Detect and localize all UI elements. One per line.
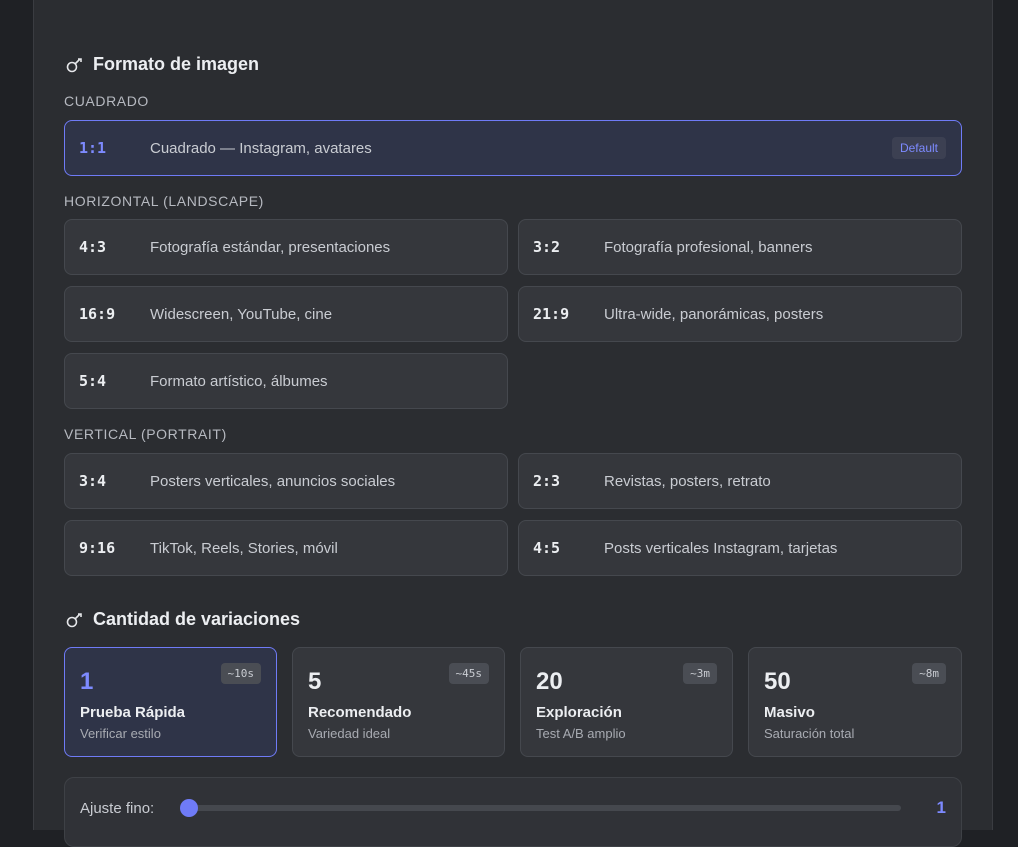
variation-option-50[interactable]: 50 ~8m Masivo Saturación total — [748, 647, 962, 757]
ratio-value: 3:2 — [533, 238, 561, 256]
palette-icon — [65, 610, 85, 630]
ratio-option-2-3[interactable]: 2:3 Revistas, posters, retrato — [518, 453, 962, 509]
fine-tune-value: 1 — [936, 798, 946, 817]
fine-tune-panel: Ajuste fino: 1 — [64, 777, 962, 847]
ratio-option-3-4[interactable]: 3:4 Posters verticales, anuncios sociale… — [64, 453, 508, 509]
variation-count: 20 — [536, 668, 563, 695]
ratio-description: Formato artístico, álbumes — [150, 372, 328, 390]
ratio-description: TikTok, Reels, Stories, móvil — [150, 539, 338, 557]
ratio-value: 4:3 — [79, 238, 107, 256]
ratio-option-3-2[interactable]: 3:2 Fotografía profesional, banners — [518, 219, 962, 275]
ratio-option-21-9[interactable]: 21:9 Ultra-wide, panorámicas, posters — [518, 286, 962, 342]
ratio-option-4-3[interactable]: 4:3 Fotografía estándar, presentaciones — [64, 219, 508, 275]
time-estimate-badge: ~8m — [912, 663, 946, 684]
fine-tune-slider-track[interactable] — [180, 799, 901, 817]
default-badge: Default — [891, 137, 946, 159]
variation-title: Exploración — [536, 704, 622, 721]
variations-section-title: Cantidad de variaciones — [65, 609, 300, 630]
ratio-description: Posters verticales, anuncios sociales — [150, 472, 396, 490]
variation-count: 50 — [764, 668, 791, 695]
ratio-description: Posts verticales Instagram, tarjetas — [604, 539, 838, 557]
variation-subtitle: Test A/B amplio — [536, 726, 626, 741]
variation-count: 1 — [80, 668, 94, 695]
ratio-description: Widescreen, YouTube, cine — [150, 305, 333, 323]
ratio-value: 3:4 — [79, 472, 107, 490]
ratio-description: Cuadrado — Instagram, avatares — [150, 139, 372, 157]
ratio-description: Revistas, posters, retrato — [604, 472, 771, 490]
group-label-square: CUADRADO — [64, 93, 149, 109]
ratio-value: 5:4 — [79, 372, 107, 390]
ratio-option-5-4[interactable]: 5:4 Formato artístico, álbumes — [64, 353, 508, 409]
variation-subtitle: Variedad ideal — [308, 726, 391, 741]
fine-tune-label: Ajuste fino: — [80, 800, 155, 817]
variation-subtitle: Saturación total — [764, 726, 855, 741]
ratio-description: Ultra-wide, panorámicas, posters — [604, 305, 824, 323]
format-section-title: Formato de imagen — [65, 54, 259, 75]
time-estimate-badge: ~3m — [683, 663, 717, 684]
ratio-option-1-1[interactable]: 1:1 Cuadrado — Instagram, avatares Defau… — [64, 120, 962, 176]
variations-title-text: Cantidad de variaciones — [93, 609, 301, 629]
palette-icon — [65, 55, 85, 75]
ratio-value: 16:9 — [79, 305, 116, 323]
ratio-option-16-9[interactable]: 16:9 Widescreen, YouTube, cine — [64, 286, 508, 342]
ratio-option-9-16[interactable]: 9:16 TikTok, Reels, Stories, móvil — [64, 520, 508, 576]
time-estimate-badge: ~10s — [220, 663, 261, 684]
ratio-description: Fotografía profesional, banners — [604, 238, 813, 256]
ratio-value: 21:9 — [533, 305, 570, 323]
ratio-description: Fotografía estándar, presentaciones — [150, 238, 391, 256]
ratio-value: 2:3 — [533, 472, 561, 490]
group-label-landscape: HORIZONTAL (LANDSCAPE) — [64, 193, 264, 209]
variation-title: Recomendado — [308, 704, 412, 721]
variation-title: Masivo — [764, 704, 815, 721]
variation-option-5[interactable]: 5 ~45s Recomendado Variedad ideal — [292, 647, 505, 757]
ratio-value: 4:5 — [533, 539, 561, 557]
group-label-portrait: VERTICAL (PORTRAIT) — [64, 426, 227, 442]
ratio-value: 9:16 — [79, 539, 116, 557]
format-title-text: Formato de imagen — [93, 54, 260, 74]
variation-option-20[interactable]: 20 ~3m Exploración Test A/B amplio — [520, 647, 733, 757]
time-estimate-badge: ~45s — [448, 663, 489, 684]
variation-title: Prueba Rápida — [80, 704, 186, 721]
ratio-value: 1:1 — [79, 139, 107, 157]
variation-subtitle: Verificar estilo — [80, 726, 161, 741]
ratio-option-4-5[interactable]: 4:5 Posts verticales Instagram, tarjetas — [518, 520, 962, 576]
variation-option-1[interactable]: 1 ~10s Prueba Rápida Verificar estilo — [64, 647, 277, 757]
fine-tune-slider-thumb[interactable] — [180, 799, 198, 817]
variation-count: 5 — [308, 668, 322, 695]
settings-panel: Formato de imagen CUADRADO 1:1 Cuadrado … — [33, 0, 993, 847]
